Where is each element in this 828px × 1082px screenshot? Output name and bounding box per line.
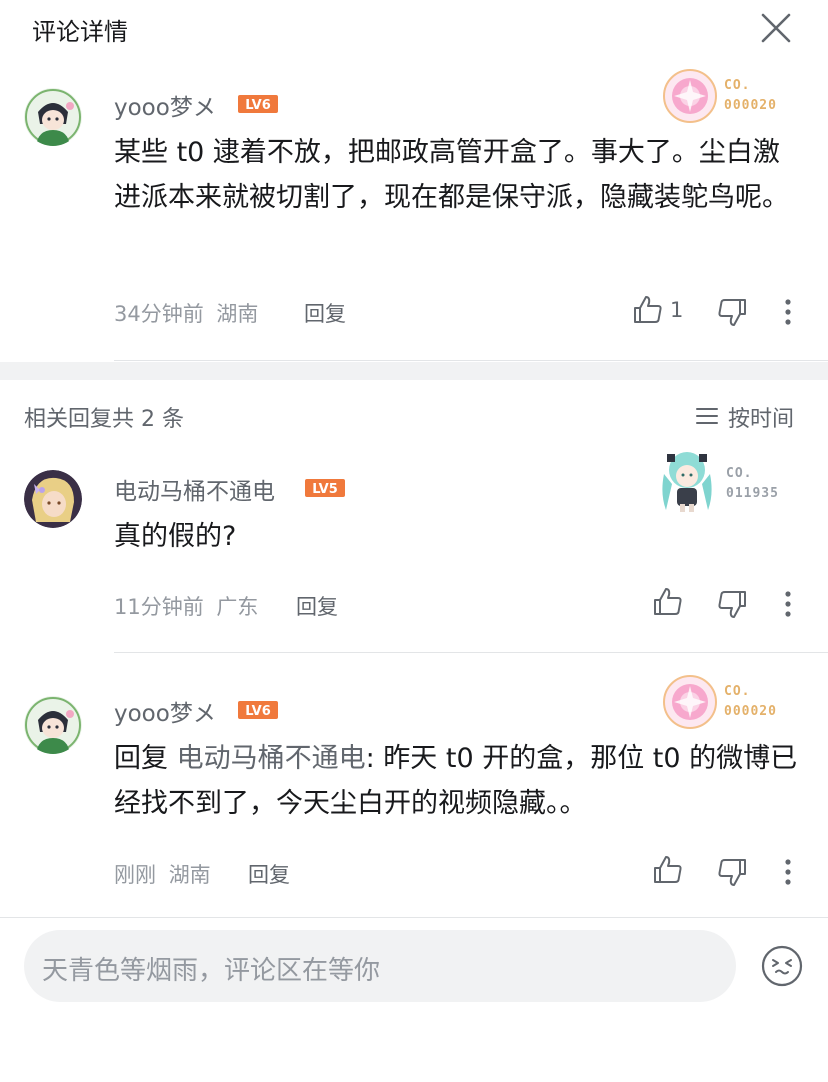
badge-number: 011935 — [726, 486, 779, 501]
svg-text:LV5: LV5 — [312, 482, 338, 497]
comment-meta: 11分钟前 广东 — [114, 591, 258, 621]
emoji-button[interactable] — [760, 944, 804, 988]
divider — [114, 652, 828, 653]
comment-time: 11分钟前 — [114, 595, 204, 619]
badge-number: 000020 — [724, 704, 777, 719]
username[interactable]: yooo梦メ — [114, 694, 216, 728]
level-badge: LV5 — [305, 479, 345, 497]
page-title: 评论详情 — [32, 18, 128, 46]
dislike-icon[interactable] — [716, 296, 748, 328]
comment-location: 湖南 — [216, 302, 259, 326]
badge-label: CO. — [724, 78, 751, 93]
header: 评论详情 — [0, 0, 828, 56]
sort-icon — [696, 408, 718, 424]
reply-prefix: 回复 — [114, 743, 177, 774]
comment-time: 刚刚 — [114, 863, 156, 887]
close-button[interactable] — [756, 8, 796, 48]
comment-location: 广东 — [216, 595, 259, 619]
comment-time: 34分钟前 — [114, 302, 204, 326]
avatar[interactable] — [24, 88, 82, 146]
emoji-icon[interactable] — [760, 944, 804, 988]
more-icon[interactable] — [778, 296, 798, 328]
collection-badge[interactable]: CO. 011935 — [656, 444, 796, 524]
dislike-icon[interactable] — [716, 588, 748, 620]
replies-header: 相关回复共 2 条 按时间 — [0, 395, 828, 435]
reply-comment: 电动马桶不通电 LV5 CO. 011935 真的假的? 11分钟前 广东 回复 — [0, 440, 828, 650]
sort-label: 按时间 — [728, 407, 795, 432]
comment-content: 回复 电动马桶不通电: 昨天 t0 开的盒，那位 t0 的微博已经找不到了，今天… — [114, 736, 806, 826]
comment-meta: 刚刚 湖南 — [114, 859, 211, 889]
comment-input[interactable]: 天青色等烟雨，评论区在等你 — [24, 930, 736, 1002]
comment-input-placeholder: 天青色等烟雨，评论区在等你 — [42, 956, 381, 986]
character-badge-icon — [662, 452, 712, 512]
fan-badge-icon — [663, 69, 717, 123]
comment-content: 真的假的? — [114, 521, 237, 552]
avatar[interactable] — [24, 696, 82, 754]
badge-label: CO. — [726, 466, 753, 481]
svg-text:LV6: LV6 — [245, 704, 271, 719]
like-icon[interactable] — [632, 294, 664, 326]
close-icon[interactable] — [756, 8, 796, 48]
comment-location: 湖南 — [168, 863, 211, 887]
badge-label: CO. — [724, 684, 751, 699]
like-icon[interactable] — [652, 586, 684, 618]
comment-meta: 34分钟前 湖南 — [114, 298, 258, 328]
like-icon[interactable] — [652, 854, 684, 886]
comment-content: 某些 t0 逮着不放，把邮政高管开盒了。事大了。尘白激进派本来就被切割了，现在都… — [114, 137, 789, 213]
fan-badge-icon — [663, 675, 717, 729]
divider — [114, 360, 828, 361]
level-badge: LV6 — [238, 701, 278, 719]
main-comment: yooo梦メ LV6 CO. 000020 某些 t0 逮着不放，把邮政高管开盒… — [0, 64, 828, 360]
reply-comment: yooo梦メ LV6 CO. 000020 回复 电动马桶不通电: 昨天 t0 … — [0, 664, 828, 914]
reply-to-username[interactable]: 电动马桶不通电 — [177, 743, 366, 774]
dislike-icon[interactable] — [716, 856, 748, 888]
reply-button[interactable]: 回复 — [248, 859, 290, 889]
more-icon[interactable] — [778, 856, 798, 888]
like-count: 1 — [670, 298, 684, 322]
level-badge: LV6 — [238, 95, 278, 113]
reply-button[interactable]: 回复 — [304, 298, 346, 328]
badge-number: 000020 — [724, 98, 777, 113]
more-icon[interactable] — [778, 588, 798, 620]
avatar[interactable] — [24, 470, 82, 528]
username[interactable]: yooo梦メ — [114, 88, 216, 122]
reply-count: 相关回复共 2 条 — [24, 407, 184, 432]
divider — [0, 917, 828, 918]
username[interactable]: 电动马桶不通电 — [114, 472, 275, 506]
section-separator — [0, 362, 828, 380]
reply-button[interactable]: 回复 — [296, 591, 338, 621]
svg-text:LV6: LV6 — [245, 98, 271, 113]
